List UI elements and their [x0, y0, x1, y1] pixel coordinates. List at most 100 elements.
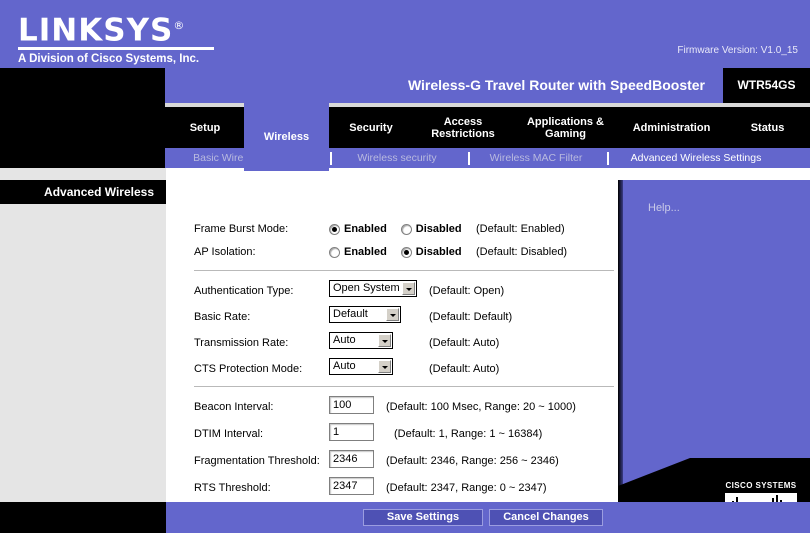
basic-rate-hint: (Default: Default) [429, 311, 513, 323]
frame-burst-mode-label: Frame Burst Mode: [194, 223, 289, 235]
beacon-interval-hint: (Default: 100 Msec, Range: 20 ~ 1000) [386, 401, 576, 413]
rts-threshold-hint: (Default: 2347, Range: 0 ~ 2347) [386, 482, 547, 494]
row-beacon-interval: Beacon Interval: (Default: 100 Msec, Ran… [194, 396, 614, 418]
registered-trademark-icon: ® [173, 19, 186, 32]
row-frame-burst-mode: Frame Burst Mode: Enabled Disabled (Defau… [194, 218, 614, 240]
rts-threshold-label: RTS Threshold: [194, 482, 271, 494]
ap-isolation-disabled-label: Disabled [415, 246, 462, 259]
tab-status-label: Status [750, 121, 785, 134]
row-transmission-rate: Transmission Rate: Auto (Default: Auto) [194, 332, 614, 354]
row-fragmentation-threshold: Fragmentation Threshold: (Default: 2346,… [194, 450, 614, 472]
fragmentation-threshold-label: Fragmentation Threshold: [194, 455, 320, 467]
chevron-down-icon[interactable] [386, 308, 399, 321]
basic-rate-value: Default [333, 308, 368, 320]
dtim-interval-input[interactable] [329, 423, 374, 441]
ap-isolation-enabled-label: Enabled [344, 246, 387, 259]
row-dtim-interval: DTIM Interval: (Default: 1, Range: 1 ~ 1… [194, 423, 614, 445]
frame-burst-enabled-label: Enabled [344, 223, 387, 236]
subnav-separator-3 [607, 152, 609, 165]
tab-administration-label: Administration [632, 121, 711, 134]
linksys-logo: LINKSYS® A Division of Cisco Systems, In… [18, 10, 278, 65]
cts-protection-mode-hint: (Default: Auto) [429, 363, 500, 375]
main-tab-bar: Setup Wireless Security Access Restricti… [0, 103, 810, 171]
authentication-type-label: Authentication Type: [194, 285, 294, 297]
help-panel-edge [618, 180, 623, 502]
ap-isolation-enabled-radio[interactable] [329, 246, 340, 258]
section-title: Advanced Wireless [0, 180, 166, 204]
ap-isolation-label: AP Isolation: [194, 246, 256, 258]
frame-burst-enabled-radio[interactable] [329, 223, 340, 235]
cts-protection-mode-value: Auto [333, 360, 356, 372]
tab-setup-label: Setup [189, 121, 221, 134]
left-rail [0, 204, 166, 502]
firmware-version: Firmware Version: V1.0_15 [677, 45, 798, 56]
subtab-advanced-wireless-settings[interactable]: Advanced Wireless Settings [617, 148, 775, 168]
form-divider-1 [194, 270, 614, 271]
page-body: Advanced Wireless Help... CISCO SYSTEMS [0, 168, 810, 533]
page-footer: Save Settings Cancel Changes [0, 502, 810, 533]
frame-burst-disabled-label: Disabled [415, 223, 462, 236]
brand-wordmark: LINKSYS® [18, 10, 185, 46]
content-top-fill [166, 168, 618, 180]
tab-wireless-label: Wireless [263, 131, 310, 143]
rts-threshold-input[interactable] [329, 477, 374, 495]
router-admin-page: LINKSYS® A Division of Cisco Systems, In… [0, 0, 810, 533]
subnav-separator-1 [330, 152, 332, 165]
subtab-wireless-security[interactable]: Wireless security [340, 148, 454, 168]
authentication-type-select[interactable]: Open System [329, 280, 417, 297]
ap-isolation-hint: (Default: Disabled) [476, 246, 568, 258]
beacon-interval-label: Beacon Interval: [194, 401, 274, 413]
fragmentation-threshold-input[interactable] [329, 450, 374, 468]
tab-access-restrictions[interactable]: Access Restrictions [413, 107, 513, 148]
save-settings-button[interactable]: Save Settings [363, 509, 483, 526]
cisco-wordmark: CISCO SYSTEMS [725, 481, 797, 490]
ap-isolation-radio-group[interactable]: Enabled Disabled [329, 241, 476, 263]
basic-rate-label: Basic Rate: [194, 311, 251, 323]
tab-setup[interactable]: Setup [166, 107, 244, 148]
title-left-fill [0, 68, 165, 103]
beacon-interval-input[interactable] [329, 396, 374, 414]
cts-protection-mode-select[interactable]: Auto [329, 358, 393, 375]
transmission-rate-hint: (Default: Auto) [429, 337, 500, 349]
authentication-type-value: Open System [333, 282, 400, 294]
cancel-changes-button[interactable]: Cancel Changes [489, 509, 603, 526]
product-title-bar: Wireless-G Travel Router with SpeedBoost… [0, 68, 810, 103]
subnav-left-fill [0, 148, 165, 168]
tab-security-label: Security [349, 121, 393, 134]
advanced-wireless-form: Frame Burst Mode: Enabled Disabled (Defau… [166, 180, 618, 502]
tab-left-fill [0, 103, 165, 148]
tab-status[interactable]: Status [725, 107, 810, 148]
chevron-down-icon[interactable] [402, 282, 415, 295]
subtab-wireless-mac-filter[interactable]: Wireless MAC Filter [478, 148, 594, 168]
authentication-type-hint: (Default: Open) [429, 285, 505, 297]
settings-content-panel: Frame Burst Mode: Enabled Disabled (Defau… [166, 180, 618, 502]
frame-burst-mode-radio-group[interactable]: Enabled Disabled [329, 218, 476, 240]
frame-burst-mode-hint: (Default: Enabled) [476, 223, 565, 235]
help-link[interactable]: Help... [648, 202, 680, 214]
transmission-rate-value: Auto [333, 334, 356, 346]
chevron-down-icon[interactable] [378, 334, 391, 347]
tab-wireless[interactable]: Wireless [244, 103, 329, 171]
fragmentation-threshold-hint: (Default: 2346, Range: 256 ~ 2346) [386, 455, 559, 467]
model-number: WTR54GS [723, 68, 810, 103]
row-cts-protection-mode: CTS Protection Mode: Auto (Default: Auto… [194, 358, 614, 380]
row-basic-rate: Basic Rate: Default (Default: Default) [194, 306, 614, 328]
brand-tagline: A Division of Cisco Systems, Inc. [18, 53, 200, 66]
row-authentication-type: Authentication Type: Open System (Defaul… [194, 280, 614, 302]
tab-access-restrictions-label: Access Restrictions [431, 115, 495, 140]
frame-burst-disabled-radio[interactable] [400, 223, 412, 235]
tab-security[interactable]: Security [329, 107, 413, 148]
dtim-interval-label: DTIM Interval: [194, 428, 264, 440]
footer-left-fill [0, 502, 166, 533]
basic-rate-select[interactable]: Default [329, 306, 401, 323]
tab-applications-gaming[interactable]: Applications & Gaming [513, 107, 618, 148]
chevron-down-icon[interactable] [378, 360, 391, 373]
tab-administration[interactable]: Administration [618, 107, 725, 148]
brand-text: LINKSYS [18, 12, 174, 49]
subnav-separator-2 [468, 152, 470, 165]
transmission-rate-select[interactable]: Auto [329, 332, 393, 349]
left-rail-top-strip [0, 168, 166, 180]
ap-isolation-disabled-radio[interactable] [400, 246, 412, 258]
help-panel: Help... [618, 180, 810, 502]
cts-protection-mode-label: CTS Protection Mode: [194, 363, 303, 375]
